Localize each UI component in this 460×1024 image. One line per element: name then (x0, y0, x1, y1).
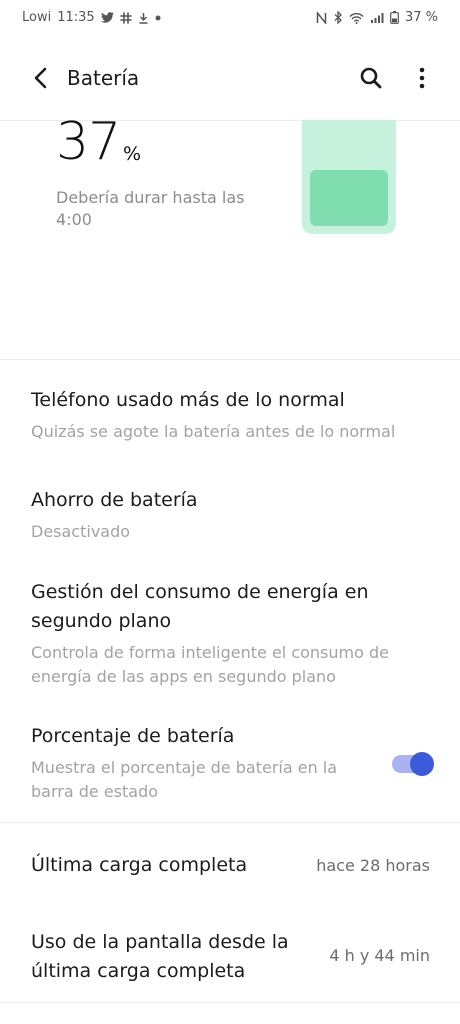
setting-screen-usage-value: 4 h y 44 min (329, 946, 430, 965)
toggle-knob (410, 752, 434, 776)
battery-level-fill (310, 170, 388, 226)
nfc-icon (316, 11, 327, 24)
setting-background-power-subtitle: Controla de forma inteligente el consumo… (31, 643, 389, 686)
setting-battery-saver-title: Ahorro de batería (31, 489, 198, 511)
setting-battery-saver-subtitle: Desactivado (31, 522, 131, 541)
setting-battery-percentage-title: Porcentaje de batería (31, 725, 235, 747)
battery-percent-value: 37 (56, 112, 121, 172)
back-button[interactable] (28, 64, 56, 92)
slack-icon (119, 11, 132, 24)
setting-last-full-charge-title: Última carga completa (31, 854, 248, 876)
section-divider (0, 1002, 460, 1003)
battery-level-graphic (302, 120, 396, 234)
setting-background-power-title: Gestión del consumo de energía en segund… (31, 581, 369, 632)
status-right: 37 % (316, 10, 438, 25)
page-title: Batería (67, 66, 140, 90)
section-divider (0, 359, 460, 360)
battery-percentage-toggle[interactable] (392, 751, 434, 777)
app-bar: Batería (0, 36, 460, 121)
twitter-icon (100, 12, 114, 23)
status-battery-percent: 37 % (404, 10, 438, 25)
more-options-button[interactable] (408, 64, 436, 92)
more-vert-icon (419, 67, 425, 89)
back-arrow-icon (34, 67, 47, 89)
wifi-icon (349, 12, 364, 24)
battery-duration-estimate: Debería durar hasta las 4:00 (56, 188, 245, 229)
setting-battery-percentage-subtitle: Muestra el porcentaje de batería en la b… (31, 758, 338, 801)
download-icon (139, 12, 148, 24)
setting-screen-usage-title: Uso de la pantalla desde la última carga… (31, 931, 289, 982)
section-divider (0, 822, 460, 823)
setting-last-full-charge-value: hace 28 horas (316, 856, 430, 875)
bluetooth-icon (334, 11, 342, 24)
carrier-name: Lowi (22, 10, 52, 25)
status-time: 11:35 (57, 10, 95, 25)
search-icon (360, 67, 382, 89)
setting-phone-usage-subtitle: Quizás se agote la batería antes de lo n… (31, 422, 396, 441)
signal-icon (370, 12, 384, 23)
battery-status-icon (390, 11, 399, 24)
setting-phone-usage-title: Teléfono usado más de lo normal (31, 389, 345, 411)
status-left: Lowi 11:35 (22, 10, 161, 25)
battery-percent-symbol: % (123, 143, 142, 165)
search-button[interactable] (357, 64, 385, 92)
notification-dot-icon (155, 15, 161, 20)
status-bar: Lowi 11:35 37 % (0, 0, 460, 36)
